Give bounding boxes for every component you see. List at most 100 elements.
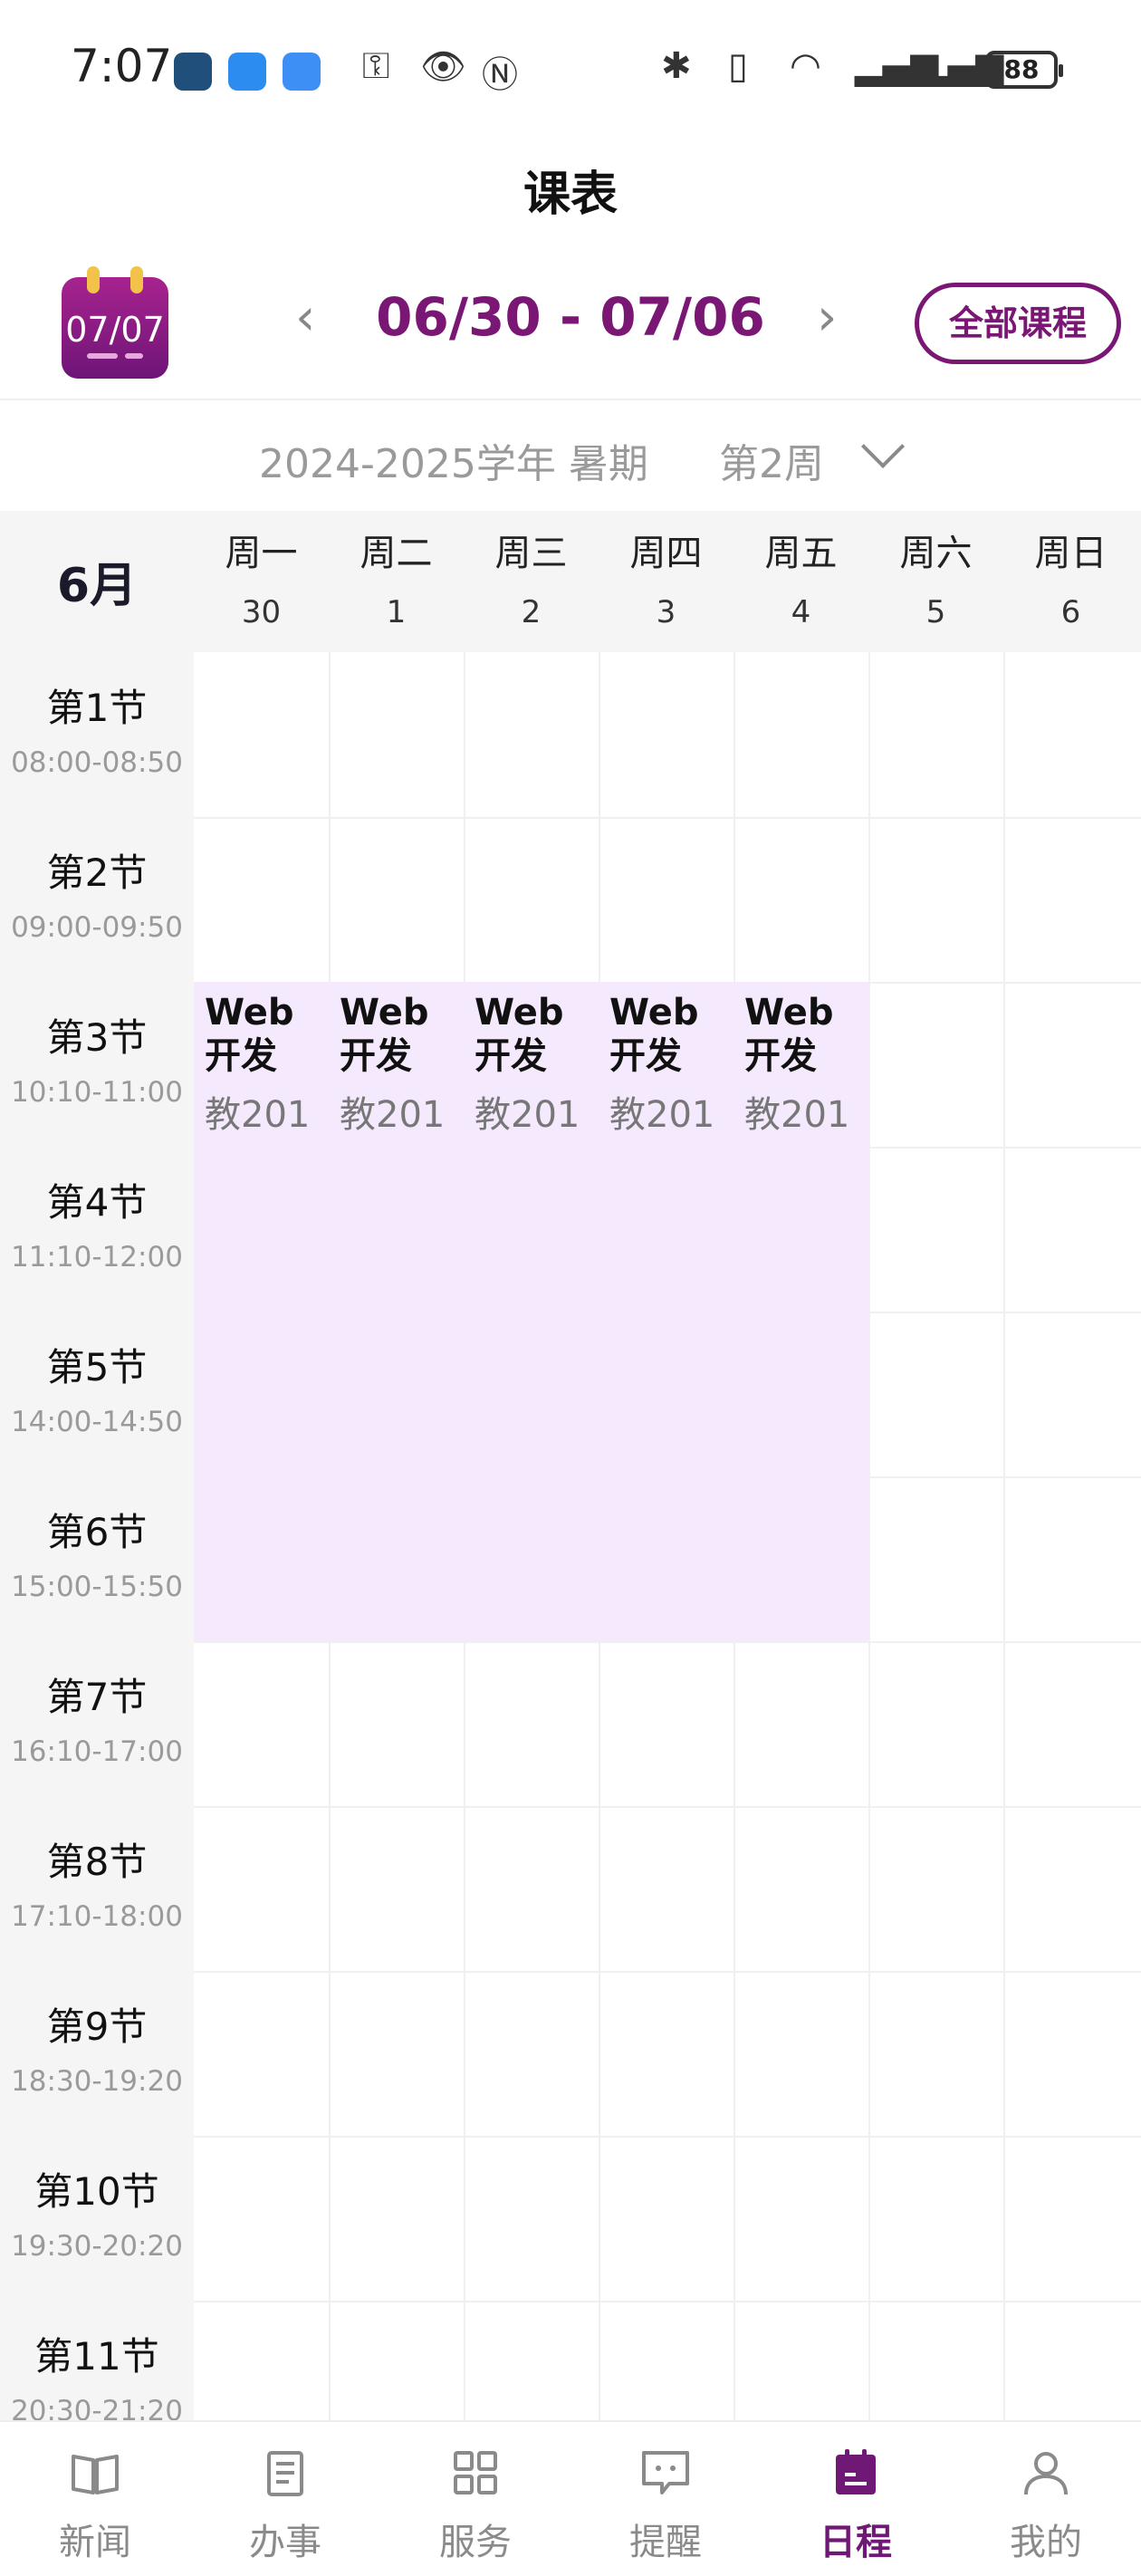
timetable-cells[interactable]: Web开发 教201 Web开发 教201 Web开发 教201 Web开发 教… xyxy=(194,652,1141,2420)
week-date-range: 06/30 - 07/06 xyxy=(376,286,765,348)
tab-affairs[interactable]: 办事 xyxy=(190,2422,380,2576)
grid-icon xyxy=(454,2451,497,2494)
period-time: 16:10-17:00 xyxy=(11,1735,183,1768)
period-label: 第9节 18:30-19:20 xyxy=(0,1971,194,2136)
bluetooth-icon: ✱ xyxy=(661,45,692,87)
period-label: 第3节 10:10-11:00 xyxy=(0,982,194,1147)
period-time: 20:30-21:20 xyxy=(11,2395,183,2420)
period-label: 第5节 14:00-14:50 xyxy=(0,1312,194,1476)
day-date: 3 xyxy=(656,594,676,630)
period-time: 17:10-18:00 xyxy=(11,1900,183,1933)
period-name: 第5节 xyxy=(46,1345,148,1389)
month-label: 6月 xyxy=(56,559,138,613)
period-label: 第7节 16:10-17:00 xyxy=(0,1641,194,1806)
chevron-left-icon[interactable]: ‹ xyxy=(295,288,315,347)
tab-label: 提醒 xyxy=(629,2522,702,2563)
eye-icon: 👁 xyxy=(420,46,466,88)
nfc-icon: Ⓝ xyxy=(482,54,518,96)
period-name: 第10节 xyxy=(34,2169,159,2214)
day-header: 周五 4 xyxy=(734,511,868,652)
grid-line xyxy=(194,817,1141,819)
day-header: 周二 1 xyxy=(329,511,464,652)
vibrate-icon: ▯ xyxy=(728,45,749,87)
chevron-right-icon[interactable]: › xyxy=(817,288,837,347)
vpn-key-icon: ⚿ xyxy=(362,45,390,87)
period-column: 第1节 08:00-08:50 第2节 09:00-09:50 第3节 10:1… xyxy=(0,652,194,2420)
period-name: 第8节 xyxy=(46,1840,148,1884)
period-label: 第4节 11:10-12:00 xyxy=(0,1147,194,1312)
day-date: 2 xyxy=(521,594,542,630)
period-label: 第11节 20:30-21:20 xyxy=(0,2301,194,2420)
calendar-ring xyxy=(130,266,143,293)
day-header: 周三 2 xyxy=(464,511,599,652)
tab-services[interactable]: 服务 xyxy=(380,2422,570,2576)
grid-line xyxy=(194,1806,1141,1808)
app-notification-icon xyxy=(174,53,212,91)
course-name: Web开发 xyxy=(340,992,429,1077)
course-name: Web开发 xyxy=(609,992,699,1077)
timetable-header: 6月 周一 30 周二 1 周三 2 周四 3 周五 4 周六 5 周日 6 xyxy=(0,511,1141,652)
course-card[interactable]: Web开发 教201 xyxy=(340,991,471,1138)
day-name: 周五 xyxy=(764,533,838,574)
period-time: 10:10-11:00 xyxy=(11,1076,183,1109)
day-name: 周一 xyxy=(225,533,298,574)
grid-line xyxy=(194,2136,1141,2138)
course-name: Web开发 xyxy=(744,992,834,1077)
calendar-line xyxy=(125,353,143,359)
grid-line xyxy=(194,1971,1141,1973)
course-room: 教201 xyxy=(744,1094,850,1136)
course-card[interactable]: Web开发 教201 xyxy=(205,991,336,1138)
grid-line xyxy=(194,2301,1141,2302)
tab-schedule[interactable]: 日程 xyxy=(761,2422,951,2576)
course-room: 教201 xyxy=(475,1094,580,1136)
course-room: 教201 xyxy=(205,1094,311,1136)
message-icon xyxy=(642,2451,689,2494)
grid-line xyxy=(1003,652,1005,2420)
period-label: 第1节 08:00-08:50 xyxy=(0,652,194,817)
tab-news[interactable]: 新闻 xyxy=(0,2422,190,2576)
period-name: 第9节 xyxy=(46,2004,148,2049)
timetable-grid: 6月 周一 30 周二 1 周三 2 周四 3 周五 4 周六 5 周日 6 第… xyxy=(0,511,1141,2420)
period-name: 第7节 xyxy=(46,1675,148,1719)
course-room: 教201 xyxy=(609,1094,715,1136)
today-calendar-icon[interactable]: 07/07 xyxy=(58,266,172,380)
day-header: 周日 6 xyxy=(1003,511,1138,652)
day-name: 周二 xyxy=(360,533,433,574)
course-card[interactable]: Web开发 教201 xyxy=(609,991,741,1138)
message-notification-icon xyxy=(228,53,266,91)
status-bar: 7:07 ⚿ 👁 Ⓝ ✱ ▯ ◠ ▂▄▆ ▂▄▆ 88 xyxy=(0,0,1141,136)
day-name: 周三 xyxy=(494,533,568,574)
course-room: 教201 xyxy=(340,1094,446,1136)
course-block[interactable]: Web开发 教201 Web开发 教201 Web开发 教201 Web开发 教… xyxy=(194,982,869,1641)
period-name: 第3节 xyxy=(46,1015,148,1060)
battery-indicator: 88 xyxy=(985,51,1063,89)
day-date: 6 xyxy=(1060,594,1081,630)
status-time: 7:07 xyxy=(71,40,173,92)
course-card[interactable]: Web开发 教201 xyxy=(744,991,876,1138)
calendar-icon xyxy=(836,2449,876,2494)
day-name: 周日 xyxy=(1034,533,1107,574)
day-date: 4 xyxy=(791,594,811,630)
tab-label: 日程 xyxy=(820,2522,892,2563)
day-header: 周一 30 xyxy=(194,511,329,652)
day-date: 5 xyxy=(925,594,946,630)
all-courses-button[interactable]: 全部课程 xyxy=(915,283,1121,364)
tab-mine[interactable]: 我的 xyxy=(951,2422,1141,2576)
period-label: 第10节 19:30-20:20 xyxy=(0,2136,194,2301)
person-icon xyxy=(1024,2452,1068,2495)
period-time: 09:00-09:50 xyxy=(11,911,183,944)
course-name: Web开发 xyxy=(205,992,294,1077)
period-time: 08:00-08:50 xyxy=(11,746,183,779)
bottom-nav: 新闻 办事 服务 提醒 日程 我的 xyxy=(0,2420,1141,2576)
tab-label: 办事 xyxy=(249,2522,321,2563)
course-card[interactable]: Web开发 教201 xyxy=(475,991,606,1138)
period-time: 14:00-14:50 xyxy=(11,1406,183,1438)
calendar-badge-date: 07/07 xyxy=(65,310,165,350)
tab-reminders[interactable]: 提醒 xyxy=(570,2422,761,2576)
page-title: 课表 xyxy=(523,168,618,222)
period-label: 第8节 17:10-18:00 xyxy=(0,1806,194,1971)
tab-label: 服务 xyxy=(439,2522,512,2563)
term-selector[interactable]: 2024-2025学年 暑期 第2周 xyxy=(0,399,1141,511)
grid-line xyxy=(194,1641,1141,1643)
chevron-down-icon[interactable] xyxy=(860,424,906,469)
